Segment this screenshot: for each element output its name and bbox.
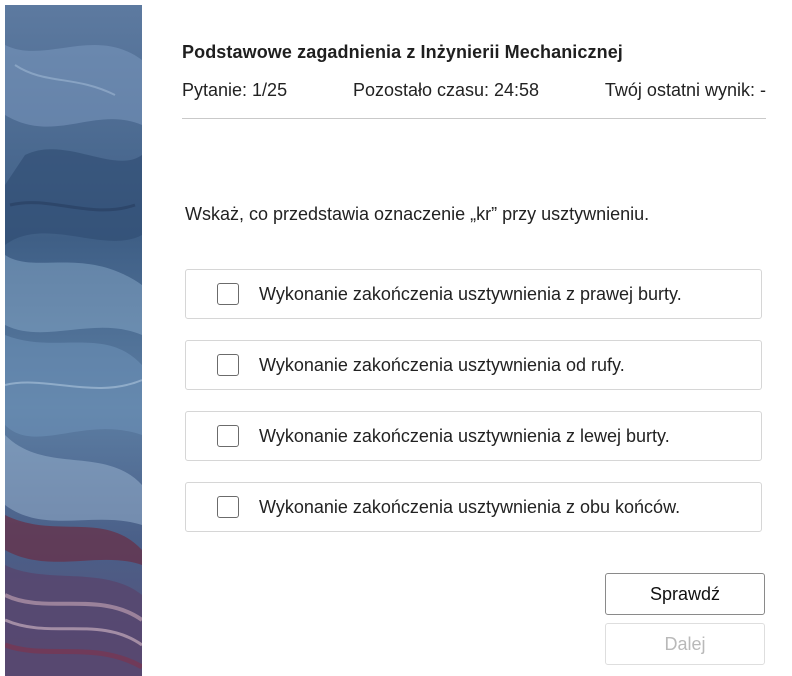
answer-label: Wykonanie zakończenia usztywnienia z obu…	[259, 496, 681, 517]
answer-list: Wykonanie zakończenia usztywnienia z pra…	[185, 269, 762, 553]
course-title: Podstawowe zagadnienia z Inżynierii Mech…	[182, 42, 623, 62]
header-divider	[182, 118, 766, 119]
answer-option-2[interactable]: Wykonanie zakończenia usztywnienia od ru…	[185, 340, 762, 390]
quiz-status-bar: Pytanie: 1/25 Pozostało czasu: 24:58 Twó…	[182, 80, 766, 101]
check-button[interactable]: Sprawdź	[605, 573, 765, 615]
quiz-page: Podstawowe zagadnienia z Inżynierii Mech…	[0, 0, 792, 676]
answer-option-3[interactable]: Wykonanie zakończenia usztywnienia z lew…	[185, 411, 762, 461]
next-button[interactable]: Dalej	[605, 623, 765, 665]
answer-checkbox[interactable]	[217, 283, 239, 305]
answer-checkbox[interactable]	[217, 496, 239, 518]
answer-checkbox[interactable]	[217, 425, 239, 447]
last-score: Twój ostatni wynik: -	[604, 80, 766, 100]
answer-label: Wykonanie zakończenia usztywnienia od ru…	[259, 354, 625, 375]
question-text: Wskaż, co przedstawia oznaczenie „kr” pr…	[185, 204, 650, 224]
answer-label: Wykonanie zakończenia usztywnienia z lew…	[259, 425, 670, 446]
answer-checkbox[interactable]	[217, 354, 239, 376]
answer-option-1[interactable]: Wykonanie zakończenia usztywnienia z pra…	[185, 269, 762, 319]
quiz-header: Podstawowe zagadnienia z Inżynierii Mech…	[182, 42, 766, 101]
decorative-stone-image	[5, 5, 142, 676]
time-remaining: Pozostało czasu: 24:58	[352, 80, 540, 100]
question-counter: Pytanie: 1/25	[182, 80, 288, 100]
answer-label: Wykonanie zakończenia usztywnienia z pra…	[259, 283, 682, 304]
answer-option-4[interactable]: Wykonanie zakończenia usztywnienia z obu…	[185, 482, 762, 532]
